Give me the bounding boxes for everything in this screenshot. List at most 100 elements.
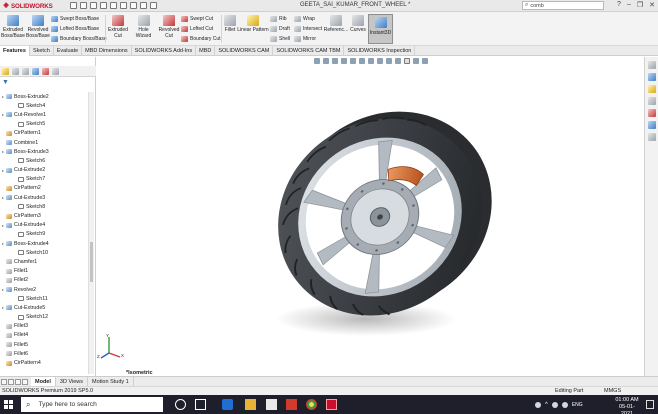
- extruded-boss-button[interactable]: Extruded Boss/Base: [1, 15, 25, 39]
- store-icon[interactable]: [266, 399, 277, 410]
- tab-solidworks-cam[interactable]: SOLIDWORKS CAM: [215, 46, 274, 56]
- input-language[interactable]: ENG: [572, 402, 583, 408]
- rib-button[interactable]: Rib: [270, 16, 287, 22]
- feature-tree-item[interactable]: Chamfer1: [0, 257, 90, 266]
- feature-tree-item[interactable]: Fillet4: [0, 331, 90, 340]
- reference-geometry-button[interactable]: Referenc...: [324, 15, 348, 33]
- linear-pattern-button[interactable]: Linear Pattern: [237, 15, 269, 33]
- feature-tree-item[interactable]: Sketch11: [0, 294, 90, 303]
- mail-icon[interactable]: [286, 399, 297, 410]
- tab-solidworks-add-ins[interactable]: SOLIDWORKS Add-Ins: [132, 46, 197, 56]
- scrollbar-thumb[interactable]: [90, 242, 93, 282]
- show-hidden-icons-icon[interactable]: ^: [545, 402, 548, 408]
- feature-tree-scrollbar[interactable]: [88, 92, 94, 374]
- feature-tree-item[interactable]: Sketch5: [0, 120, 90, 129]
- feature-tree-item[interactable]: ▸ Cut-Extrude4: [0, 221, 90, 230]
- feature-tree-item[interactable]: ▸ Boss-Extrude2: [0, 92, 90, 101]
- select-icon[interactable]: [130, 2, 137, 9]
- system-clock[interactable]: 01:00 AM 05-01-2021: [613, 397, 641, 414]
- volume-icon[interactable]: [561, 401, 568, 408]
- tab-mbd[interactable]: MBD: [196, 46, 216, 56]
- configuration-manager-tab-icon[interactable]: [22, 68, 29, 75]
- tab-evaluate[interactable]: Evaluate: [54, 46, 83, 56]
- feature-tree-item[interactable]: CirPattern1: [0, 129, 90, 138]
- feature-tree-item[interactable]: ▸ Boss-Extrude4: [0, 239, 90, 248]
- units-selector[interactable]: MMGS: [604, 387, 621, 395]
- custom-properties-icon[interactable]: [647, 121, 656, 129]
- feature-tree-item[interactable]: CirPattern2: [0, 184, 90, 193]
- mirror-button[interactable]: Mirror: [294, 36, 316, 42]
- feature-tree-item[interactable]: Fillet6: [0, 349, 90, 358]
- print-icon[interactable]: [110, 2, 117, 9]
- feature-tree-item[interactable]: CirPattern3: [0, 211, 90, 220]
- boundary-cut-button[interactable]: Boundary Cut: [181, 36, 221, 42]
- fillet-button[interactable]: Fillet: [223, 15, 237, 33]
- home-icon[interactable]: [70, 2, 77, 9]
- appearances-icon[interactable]: [647, 109, 656, 117]
- tab-3d-views[interactable]: 3D Views: [56, 376, 89, 387]
- feature-tree-item[interactable]: CirPattern4: [0, 358, 90, 367]
- file-explorer-icon[interactable]: [647, 85, 656, 93]
- feature-tree-item[interactable]: ▸ Revolve2: [0, 285, 90, 294]
- lofted-boss-button[interactable]: Lofted Boss/Base: [51, 26, 99, 32]
- next-tab-icon[interactable]: [15, 378, 21, 385]
- restore-icon[interactable]: ❐: [637, 1, 643, 9]
- last-tab-icon[interactable]: [22, 378, 28, 385]
- cam-tab-icon[interactable]: [52, 68, 59, 75]
- edge-browser-icon[interactable]: [222, 399, 233, 410]
- wrap-button[interactable]: Wrap: [294, 16, 315, 22]
- feature-tree-item[interactable]: ▸ Cut-Extrude2: [0, 166, 90, 175]
- solidworks-logo[interactable]: ◈ SOLIDWORKS: [2, 2, 52, 10]
- feature-tree-item[interactable]: Sketch9: [0, 230, 90, 239]
- feature-tree-item[interactable]: Combine1: [0, 138, 90, 147]
- instant3d-button[interactable]: Instant3D: [368, 14, 393, 44]
- search-commands-box[interactable]: ⌕: [522, 1, 604, 10]
- task-view-icon[interactable]: [195, 399, 206, 410]
- tab-features[interactable]: Features: [0, 46, 30, 56]
- first-tab-icon[interactable]: [1, 378, 7, 385]
- search-input[interactable]: [530, 2, 591, 9]
- shell-button[interactable]: Shell: [270, 36, 290, 42]
- file-explorer-icon[interactable]: [245, 399, 256, 410]
- revolved-cut-button[interactable]: Revolved Cut: [158, 15, 180, 39]
- revolved-boss-button[interactable]: Revolved Boss/Base: [26, 15, 50, 39]
- feature-manager-tab-icon[interactable]: [2, 68, 9, 75]
- save-icon[interactable]: [100, 2, 107, 9]
- solidworks-taskbar-icon[interactable]: [326, 399, 337, 410]
- draft-button[interactable]: Draft: [270, 26, 290, 32]
- minimize-icon[interactable]: –: [627, 1, 631, 9]
- chrome-icon[interactable]: [306, 399, 317, 410]
- taskbar-search-box[interactable]: ⌕ Type here to search: [21, 397, 163, 412]
- graphics-area[interactable]: Y X Z *Isometric: [96, 57, 644, 376]
- new-document-icon[interactable]: [80, 2, 87, 9]
- previous-tab-icon[interactable]: [8, 378, 14, 385]
- feature-tree-item[interactable]: Fillet3: [0, 322, 90, 331]
- feature-tree-item[interactable]: Fillet2: [0, 276, 90, 285]
- hole-wizard-button[interactable]: Hole Wizard: [130, 15, 157, 39]
- close-icon[interactable]: ✕: [649, 1, 655, 9]
- forum-icon[interactable]: [647, 133, 656, 141]
- dimxpert-tab-icon[interactable]: [32, 68, 39, 75]
- tab-model[interactable]: Model: [31, 376, 56, 387]
- extruded-cut-button[interactable]: Extruded Cut: [107, 15, 129, 39]
- feature-tree-item[interactable]: Sketch10: [0, 248, 90, 257]
- swept-boss-button[interactable]: Swept Boss/Base: [51, 16, 99, 22]
- swept-cut-button[interactable]: Swept Cut: [181, 16, 213, 22]
- windows-start-icon[interactable]: [4, 400, 13, 409]
- undo-icon[interactable]: [120, 2, 127, 9]
- feature-tree-item[interactable]: Sketch8: [0, 202, 90, 211]
- weather-icon[interactable]: [535, 401, 541, 408]
- tab-solidworks-cam-tbm[interactable]: SOLIDWORKS CAM TBM: [273, 46, 345, 56]
- help-icon[interactable]: ?: [617, 1, 621, 9]
- property-manager-tab-icon[interactable]: [12, 68, 19, 75]
- feature-tree-item[interactable]: Sketch4: [0, 101, 90, 110]
- curves-button[interactable]: Curves: [349, 15, 367, 33]
- tab-mbd-dimensions[interactable]: MBD Dimensions: [82, 46, 132, 56]
- intersect-button[interactable]: Intersect: [294, 26, 322, 32]
- feature-tree-item[interactable]: Sketch6: [0, 156, 90, 165]
- feature-tree-item[interactable]: ▸ Cut-Revolve1: [0, 110, 90, 119]
- options-icon[interactable]: [150, 2, 157, 9]
- tab-sketch[interactable]: Sketch: [30, 46, 54, 56]
- lofted-cut-button[interactable]: Lofted Cut: [181, 26, 213, 32]
- feature-tree-item[interactable]: ▸ Cut-Extrude3: [0, 193, 90, 202]
